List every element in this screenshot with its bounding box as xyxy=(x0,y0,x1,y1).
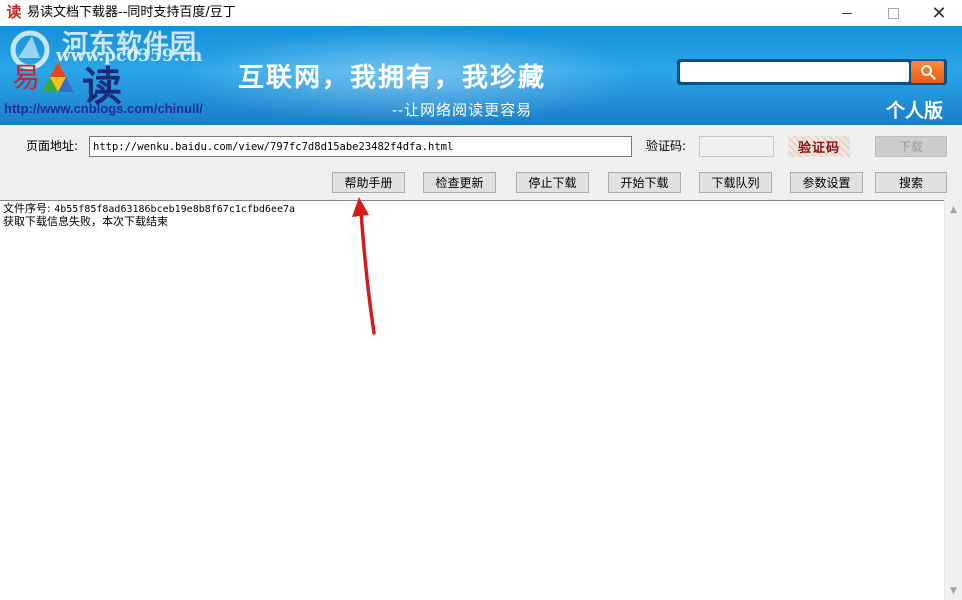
close-button[interactable]: ✕ xyxy=(916,0,962,26)
maximize-icon xyxy=(887,7,899,19)
minimize-button[interactable] xyxy=(824,0,870,26)
banner-search-button[interactable] xyxy=(911,61,944,83)
settings-button[interactable]: 参数设置 xyxy=(790,172,863,193)
watermark-site: www.pc0359.cn xyxy=(56,46,203,66)
log-line: 获取下载信息失败，本次下载结束 xyxy=(3,216,941,228)
url-input[interactable] xyxy=(89,136,632,157)
url-label: 页面地址: xyxy=(26,139,79,153)
log-line-label: 文件序号: xyxy=(3,202,51,215)
output-scrollbar[interactable]: ▲ ▼ xyxy=(944,200,962,600)
close-icon: ✕ xyxy=(931,2,947,24)
edition-label: 个人版 xyxy=(886,100,944,122)
download-queue-button[interactable]: 下载队列 xyxy=(699,172,772,193)
scroll-up-icon[interactable]: ▲ xyxy=(945,201,962,218)
app-icon: 读 xyxy=(6,3,22,21)
banner-search-input[interactable] xyxy=(680,62,909,82)
title-bar: 读 易读文档下载器--同时支持百度/豆丁 ✕ xyxy=(0,0,962,26)
captcha-input[interactable] xyxy=(699,136,774,157)
logo-triangle-icon xyxy=(42,62,74,92)
search-icon xyxy=(920,65,936,80)
banner-search xyxy=(677,59,947,85)
scroll-down-icon[interactable]: ▼ xyxy=(945,582,962,599)
captcha-image[interactable]: 验证码 xyxy=(788,136,850,157)
minimize-icon xyxy=(842,12,852,14)
stop-download-button[interactable]: 停止下载 xyxy=(516,172,589,193)
blog-link[interactable]: http://www.cnblogs.com/chinull/ xyxy=(4,101,203,116)
check-update-button[interactable]: 检查更新 xyxy=(423,172,496,193)
banner: 河东软件园 www.pc0359.cn 易 读 http://www.cnblo… xyxy=(0,26,962,125)
download-button[interactable]: 下载 xyxy=(875,136,947,157)
start-download-button[interactable]: 开始下载 xyxy=(608,172,681,193)
log-line-label: 获取下载信息失败，本次下载结束 xyxy=(3,215,168,228)
maximize-button[interactable] xyxy=(870,0,916,26)
help-manual-button[interactable]: 帮助手册 xyxy=(332,172,405,193)
captcha-image-text: 验证码 xyxy=(797,141,840,156)
captcha-label: 验证码: xyxy=(646,139,687,153)
banner-sub-slogan: --让网络阅读更容易 xyxy=(392,101,533,119)
log-line-value: 4b55f85f8ad63186bceb19e8b8f67c1cfbd6ee7a xyxy=(54,204,296,215)
logo-swirl: 易 xyxy=(12,61,41,94)
output-log[interactable]: 文件序号: 4b55f85f8ad63186bceb19e8b8f67c1cfb… xyxy=(0,200,944,600)
search-button[interactable]: 搜索 xyxy=(875,172,947,193)
window-title: 易读文档下载器--同时支持百度/豆丁 xyxy=(27,5,236,20)
banner-slogan: 互联网，我拥有，我珍藏 xyxy=(238,63,547,93)
